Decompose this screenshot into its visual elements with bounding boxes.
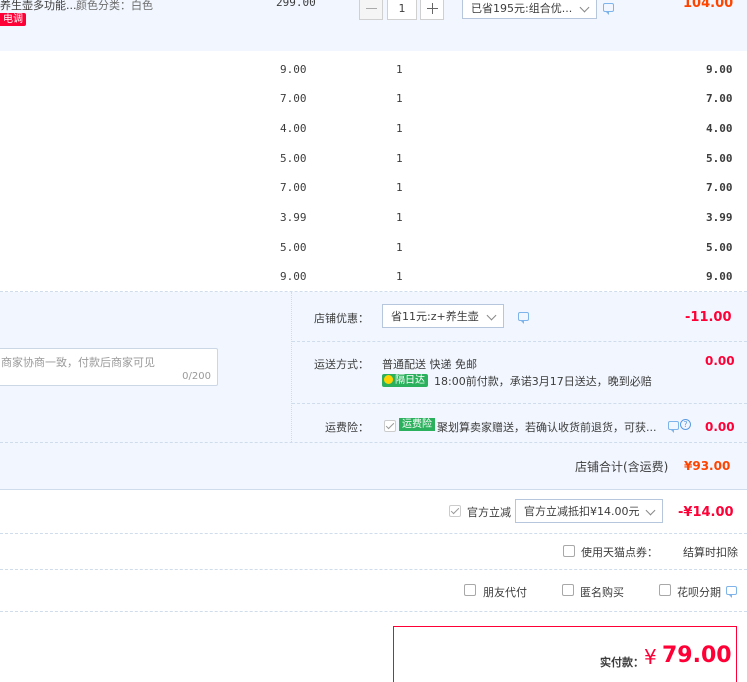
- divider: [0, 611, 747, 612]
- product-badge: 电调: [0, 13, 26, 26]
- item-subtotal: 7.00: [706, 181, 733, 194]
- chevron-down-icon: [486, 310, 497, 321]
- item-price: 5.00: [280, 152, 307, 165]
- official-amount: -¥14.00: [678, 505, 734, 520]
- pay-amount: 79.00: [662, 643, 732, 668]
- item-qty: 1: [396, 122, 403, 135]
- product-discount-select[interactable]: 已省195元:组合优...: [462, 0, 597, 19]
- item-subtotal: 7.00: [706, 92, 733, 105]
- item-qty: 1: [396, 152, 403, 165]
- item-price: 9.00: [280, 270, 307, 283]
- official-checkbox[interactable]: [449, 505, 461, 517]
- huabei-checkbox[interactable]: [659, 584, 671, 596]
- shipping-label: 运送方式：: [314, 358, 369, 371]
- chevron-down-icon: [645, 505, 656, 516]
- insurance-label: 运费险：: [325, 421, 369, 434]
- shipping-amount: 0.00: [705, 354, 735, 368]
- qty-decrease-button[interactable]: [359, 0, 383, 20]
- insurance-tag: 运费险: [399, 418, 435, 431]
- divider: [0, 569, 747, 570]
- qty-value: 1: [398, 2, 406, 15]
- chevron-down-icon: [579, 2, 590, 13]
- divider: [0, 442, 747, 443]
- qty-input[interactable]: 1: [387, 0, 417, 20]
- divider: [292, 341, 747, 342]
- message-icon[interactable]: [668, 421, 679, 433]
- insurance-checkbox[interactable]: [384, 420, 396, 432]
- item-subtotal: 4.00: [706, 122, 733, 135]
- message-icon[interactable]: [726, 586, 737, 598]
- anonymous-checkbox[interactable]: [562, 584, 574, 596]
- shipping-note: 18:00前付款，承诺3月17日送达，晚到必赔: [434, 375, 652, 388]
- product-discount-value: 已省195元:组合优...: [471, 2, 573, 15]
- pay-summary-box: 实付款： ¥ 79.00: [393, 626, 737, 682]
- shipping-tag: 隔日达: [382, 374, 428, 387]
- message-icon[interactable]: [603, 3, 614, 15]
- friend-pay-checkbox[interactable]: [464, 584, 476, 596]
- store-total-amount: ¥93.00: [684, 459, 731, 473]
- shipping-method: 普通配送 快递 免邮: [382, 358, 477, 371]
- store-total-label: 店铺合计(含运费): [575, 460, 669, 474]
- pay-currency: ¥: [644, 645, 657, 669]
- huabei-label[interactable]: 花呗分期: [677, 584, 721, 600]
- qty-increase-button[interactable]: [420, 0, 444, 20]
- item-price: 9.00: [280, 63, 307, 76]
- anonymous-label[interactable]: 匿名购买: [580, 584, 624, 600]
- item-subtotal: 5.00: [706, 241, 733, 254]
- official-select[interactable]: 官方立减抵扣¥14.00元: [515, 499, 663, 523]
- item-qty: 1: [396, 181, 403, 194]
- insurance-text: 聚划算卖家赠送，若确认收货前退货，可获...: [437, 421, 657, 434]
- item-qty: 1: [396, 270, 403, 283]
- points-note: 结算时扣除: [683, 546, 738, 559]
- divider: [291, 292, 292, 442]
- official-label: 官方立减: [467, 506, 511, 519]
- item-qty: 1: [396, 92, 403, 105]
- item-price: 4.00: [280, 122, 307, 135]
- store-promo-select[interactable]: 省11元:z+养生壶: [382, 304, 504, 328]
- pay-label: 实付款：: [600, 656, 644, 669]
- friend-pay-label[interactable]: 朋友代付: [483, 584, 527, 600]
- item-price: 7.00: [280, 181, 307, 194]
- divider: [0, 533, 747, 534]
- item-subtotal: 9.00: [706, 63, 733, 76]
- item-price: 3.99: [280, 211, 307, 224]
- item-subtotal: 9.00: [706, 270, 733, 283]
- store-promo-amount: -11.00: [685, 310, 732, 325]
- points-label: 使用天猫点券：: [581, 546, 658, 559]
- item-qty: 1: [396, 211, 403, 224]
- message-counter: 0/200: [182, 371, 211, 382]
- item-price: 5.00: [280, 241, 307, 254]
- product-sku: 颜色分类：白色: [76, 0, 153, 12]
- product-name[interactable]: 养生壶多功能...: [0, 0, 77, 13]
- message-input[interactable]: 商家协商一致，付款后商家可见 0/200: [0, 348, 218, 386]
- lightning-icon: [384, 375, 393, 384]
- shipping-tag-label: 隔日达: [395, 375, 425, 386]
- item-qty: 1: [396, 63, 403, 76]
- message-icon[interactable]: [518, 312, 529, 324]
- divider: [0, 291, 747, 292]
- product-price: 299.00: [276, 0, 316, 9]
- item-qty: 1: [396, 241, 403, 254]
- product-subtotal: 104.00: [683, 0, 734, 11]
- item-price: 7.00: [280, 92, 307, 105]
- divider: [292, 403, 747, 404]
- store-promo-value: 省11元:z+养生壶: [391, 310, 479, 323]
- divider: [0, 489, 747, 490]
- official-select-value: 官方立减抵扣¥14.00元: [524, 505, 640, 518]
- item-subtotal: 3.99: [706, 211, 733, 224]
- insurance-amount: 0.00: [705, 420, 735, 434]
- help-icon[interactable]: ?: [680, 419, 691, 430]
- store-promo-label: 店铺优惠：: [314, 312, 369, 325]
- points-checkbox[interactable]: [563, 545, 575, 557]
- message-placeholder: 商家协商一致，付款后商家可见: [1, 356, 155, 369]
- item-subtotal: 5.00: [706, 152, 733, 165]
